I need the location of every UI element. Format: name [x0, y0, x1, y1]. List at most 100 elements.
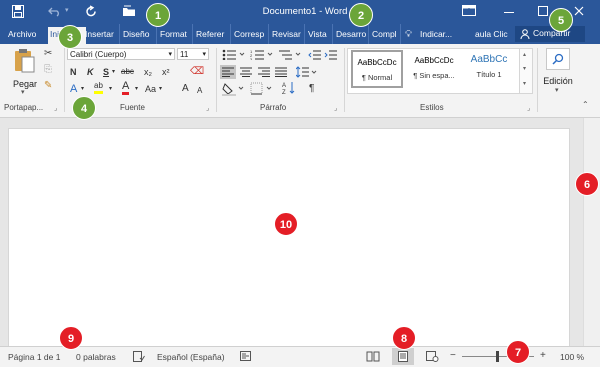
- paste-button[interactable]: Pegar ▾: [8, 48, 42, 98]
- tab-insertar[interactable]: Insertar: [83, 27, 121, 42]
- styles-launcher-icon[interactable]: ⌟: [527, 104, 530, 112]
- language[interactable]: Español (España): [157, 352, 225, 362]
- svg-text:Z: Z: [282, 90, 286, 95]
- undo-dropdown-icon[interactable]: ▾: [65, 6, 69, 14]
- increase-indent-icon[interactable]: [324, 49, 338, 60]
- decrease-indent-icon[interactable]: [308, 49, 322, 60]
- undo-icon[interactable]: [48, 6, 62, 17]
- open-folder-icon[interactable]: [122, 5, 137, 17]
- font-launcher-icon[interactable]: ⌟: [206, 104, 209, 112]
- minimize-icon[interactable]: [504, 12, 514, 13]
- zoom-in-button[interactable]: +: [540, 350, 546, 361]
- font-color-icon[interactable]: A: [122, 81, 130, 95]
- show-formatting-marks-icon[interactable]: ¶: [309, 83, 314, 95]
- tell-me-search[interactable]: Indicar...: [418, 27, 468, 42]
- svg-text:3: 3: [250, 57, 253, 60]
- share-button[interactable]: Compartir: [515, 26, 585, 42]
- close-icon[interactable]: [574, 6, 584, 16]
- line-spacing-icon[interactable]: [296, 66, 318, 78]
- tab-archivo[interactable]: Archivo: [6, 27, 38, 42]
- strikethrough-button[interactable]: abc: [121, 66, 134, 78]
- text-effects-icon[interactable]: A: [70, 83, 77, 95]
- svg-text:A: A: [282, 83, 286, 89]
- underline-button[interactable]: S: [103, 66, 109, 78]
- subscript-button[interactable]: x₂: [144, 66, 152, 78]
- callout-5: 5: [549, 8, 573, 32]
- user-name[interactable]: aula Clic: [473, 27, 510, 42]
- editing-button[interactable]: Edición ▾: [540, 48, 576, 98]
- styles-group-label: Estilos: [420, 103, 444, 112]
- italic-button[interactable]: K: [87, 66, 94, 78]
- tab-complementos[interactable]: Compl: [370, 27, 402, 42]
- clipboard-group-label: Portapap...: [4, 103, 44, 112]
- align-right-icon[interactable]: [258, 67, 270, 77]
- read-mode-icon[interactable]: [366, 351, 380, 362]
- tab-revisar[interactable]: Revisar: [270, 27, 306, 42]
- search-icon: [546, 48, 570, 70]
- font-name-combo[interactable]: Calibri (Cuerpo) ▾: [67, 48, 175, 60]
- format-painter-icon[interactable]: ✎: [44, 80, 52, 91]
- tab-vista[interactable]: Vista: [306, 27, 334, 42]
- highlight-dropdown-icon[interactable]: ▾: [109, 83, 112, 95]
- tab-formato[interactable]: Format: [158, 27, 194, 42]
- font-size-combo[interactable]: 11 ▾: [177, 48, 209, 60]
- change-case-dropdown-icon[interactable]: ▾: [159, 83, 162, 95]
- zoom-level[interactable]: 100 %: [560, 352, 584, 362]
- multilevel-list-icon[interactable]: [278, 49, 304, 60]
- shading-icon[interactable]: [222, 82, 246, 96]
- zoom-out-button[interactable]: −: [450, 350, 456, 361]
- highlight-icon[interactable]: ab: [94, 81, 103, 94]
- tab-desarrollador[interactable]: Desarro: [334, 27, 370, 42]
- document-page[interactable]: [8, 128, 570, 348]
- font-color-dropdown-icon[interactable]: ▾: [135, 83, 138, 95]
- align-left-icon: [222, 67, 234, 77]
- paragraph-launcher-icon[interactable]: ⌟: [334, 104, 337, 112]
- borders-icon[interactable]: [250, 82, 274, 96]
- proofing-icon[interactable]: [133, 351, 145, 362]
- more-styles-icon[interactable]: ▾: [523, 80, 526, 87]
- font-size-value: 11: [180, 50, 189, 59]
- style-name: Título 1: [476, 70, 502, 79]
- chevron-up-icon[interactable]: ▴: [523, 51, 526, 58]
- vertical-scrollbar[interactable]: [583, 118, 600, 346]
- macro-record-icon[interactable]: [240, 351, 252, 362]
- change-case-button[interactable]: Aa: [145, 83, 156, 95]
- styles-scroll[interactable]: ▴ ▾ ▾: [519, 48, 533, 94]
- numbering-icon[interactable]: 1 2 3: [250, 49, 276, 60]
- style-sin-espaciado[interactable]: AaBbCcDc ¶ Sin espa...: [408, 50, 460, 88]
- tab-diseno[interactable]: Diseño: [121, 27, 159, 42]
- ribbon-display-options-icon[interactable]: [462, 5, 476, 17]
- tab-correspondencia[interactable]: Corresp: [232, 27, 270, 42]
- tab-referencias[interactable]: Referer: [194, 27, 232, 42]
- clear-formatting-icon[interactable]: ⌫: [190, 66, 204, 78]
- redo-icon[interactable]: [85, 5, 98, 18]
- superscript-button[interactable]: x²: [162, 66, 170, 78]
- text-effects-dropdown-icon[interactable]: ▾: [81, 83, 84, 95]
- save-icon[interactable]: [12, 5, 24, 18]
- print-layout-icon: [398, 351, 408, 362]
- sort-icon[interactable]: AZ: [282, 81, 296, 95]
- chevron-down-icon[interactable]: ▾: [523, 65, 526, 72]
- grow-font-button[interactable]: A: [182, 83, 189, 95]
- zoom-slider-thumb[interactable]: [496, 351, 499, 362]
- bold-button[interactable]: N: [70, 66, 77, 78]
- word-count[interactable]: 0 palabras: [76, 352, 116, 362]
- copy-icon[interactable]: ⎘: [44, 64, 52, 75]
- maximize-icon[interactable]: [538, 6, 548, 16]
- justify-icon[interactable]: [275, 67, 287, 77]
- underline-dropdown-icon[interactable]: ▾: [112, 66, 115, 78]
- clipboard-launcher-icon[interactable]: ⌟: [54, 104, 57, 112]
- shrink-font-button[interactable]: A: [197, 85, 202, 97]
- align-center-icon[interactable]: [240, 67, 252, 77]
- style-titulo-1[interactable]: AaBbCc Título 1: [463, 50, 515, 88]
- page-count[interactable]: Página 1 de 1: [8, 352, 60, 362]
- web-layout-icon[interactable]: [426, 351, 439, 362]
- collapse-ribbon-icon[interactable]: ⌃: [582, 100, 589, 109]
- print-layout-button[interactable]: [392, 348, 414, 365]
- cut-icon[interactable]: ✂: [44, 48, 52, 59]
- bullets-icon[interactable]: [222, 49, 248, 60]
- style-normal[interactable]: AaBbCcDc ¶ Normal: [351, 50, 403, 88]
- callout-10: 10: [274, 212, 298, 236]
- align-left-button[interactable]: [220, 65, 236, 79]
- clipboard-icon: [15, 49, 35, 73]
